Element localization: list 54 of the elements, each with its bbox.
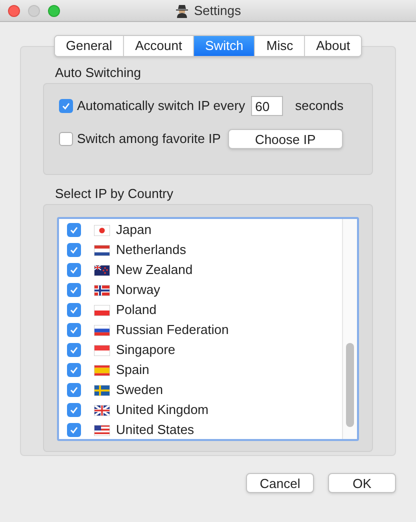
spy-icon xyxy=(175,4,189,18)
country-name: Norway xyxy=(116,281,160,300)
tab[interactable]: General xyxy=(54,36,124,56)
flag-icon xyxy=(94,344,110,356)
group-title: Auto Switching xyxy=(55,65,142,81)
checkbox[interactable] xyxy=(67,243,81,257)
country-name: Russian Federation xyxy=(116,321,229,340)
checkbox[interactable] xyxy=(67,263,81,277)
dialog-button[interactable]: Cancel xyxy=(246,473,314,493)
flag-icon xyxy=(94,364,110,376)
flag-icon xyxy=(94,224,110,236)
flag-icon xyxy=(94,384,110,396)
window-title: Settings xyxy=(194,2,241,20)
checkbox[interactable] xyxy=(67,363,81,377)
checkbox[interactable] xyxy=(59,99,73,113)
tab[interactable]: About xyxy=(304,36,362,56)
tab[interactable]: Account xyxy=(123,36,194,56)
interval-field[interactable]: 60 xyxy=(251,96,284,116)
dialog-button[interactable]: OK xyxy=(328,473,396,493)
tab[interactable]: Misc xyxy=(254,36,304,56)
country-name: United States xyxy=(116,421,194,439)
checkbox[interactable] xyxy=(59,132,73,146)
checkbox[interactable] xyxy=(67,423,81,437)
country-name: Spain xyxy=(116,361,150,380)
checkbox[interactable] xyxy=(67,383,81,397)
checkbox-label: Automatically switch IP every xyxy=(77,97,246,116)
flag-icon xyxy=(94,264,110,276)
country-name: Japan xyxy=(116,221,152,240)
flag-icon xyxy=(94,284,110,296)
flag-icon xyxy=(94,304,110,316)
country-name: Poland xyxy=(116,301,156,320)
country-name: New Zealand xyxy=(116,261,193,280)
close-button[interactable] xyxy=(8,5,20,17)
country-name: Sweden xyxy=(116,381,163,400)
choose-ip-button[interactable]: Choose IP xyxy=(228,129,343,149)
checkbox[interactable] xyxy=(67,283,81,297)
checkmark-icon xyxy=(61,101,71,111)
checkbox[interactable] xyxy=(67,303,81,317)
flag-icon xyxy=(94,424,110,436)
checkbox[interactable] xyxy=(67,223,81,237)
unit-label: seconds xyxy=(295,97,344,116)
flag-icon xyxy=(94,404,110,416)
checkbox[interactable] xyxy=(67,343,81,357)
group-title: Select IP by Country xyxy=(55,186,174,202)
country-name: Singapore xyxy=(116,341,176,360)
flag-icon xyxy=(94,324,110,336)
country-name: Netherlands xyxy=(116,241,186,260)
checkbox[interactable] xyxy=(67,403,81,417)
country-name: United Kingdom xyxy=(116,401,208,420)
checkbox-label: Switch among favorite IP xyxy=(77,130,221,148)
flag-icon xyxy=(94,244,110,256)
tab[interactable]: Switch xyxy=(193,36,254,56)
checkbox[interactable] xyxy=(67,323,81,337)
zoom-button[interactable] xyxy=(48,5,60,17)
